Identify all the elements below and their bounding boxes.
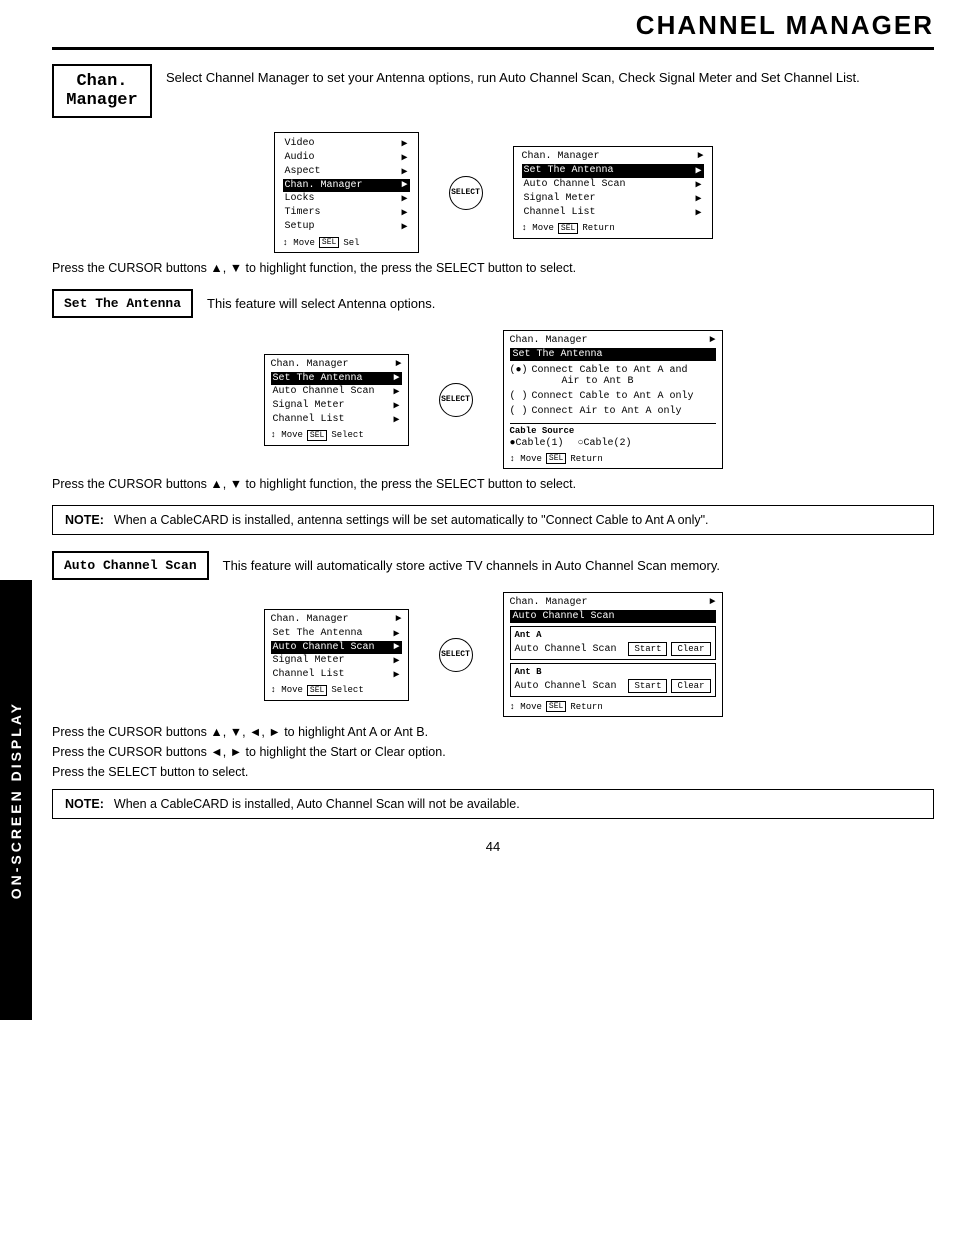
ant-a-title: Ant A <box>515 630 711 640</box>
page-title: CHANNEL MANAGER <box>52 10 934 50</box>
scan-right-status: ↕ Move SEL Return <box>510 701 716 712</box>
press-instruction-2: Press the CURSOR buttons ▲, ▼ to highlig… <box>52 477 934 491</box>
scan-left-screen: Chan. Manager ► Set The Antenna▶ Auto Ch… <box>264 609 409 701</box>
scan-right-title: Chan. Manager ► <box>510 597 716 608</box>
menu-row-timers: Timers▶ <box>283 206 410 220</box>
intro-right-channel-list: Channel List▶ <box>522 206 704 220</box>
scan-left-status: ↕ Move SEL Select <box>271 685 402 696</box>
scan-right-subtitle: Auto Channel Scan <box>510 610 716 623</box>
menu-row-audio: Audio▶ <box>283 151 410 165</box>
antenna-right-subtitle: Set The Antenna <box>510 348 716 361</box>
intro-right-screen: Chan. Manager ► Set The Antenna▶ Auto Ch… <box>513 146 713 239</box>
press-instruction-3a: Press the CURSOR buttons ▲, ▼, ◄, ► to h… <box>52 725 934 739</box>
press-instruction-3c: Press the SELECT button to select. <box>52 765 934 779</box>
intro-right-set-antenna: Set The Antenna▶ <box>522 164 704 178</box>
antenna-right-title: Chan. Manager ► <box>510 335 716 346</box>
menu-row-aspect: Aspect▶ <box>283 165 410 179</box>
intro-screens-section: Video▶ Audio▶ Aspect▶ Chan. Manager► Loc… <box>52 132 934 253</box>
scan-left-channel-list: Channel List▶ <box>271 668 402 682</box>
auto-scan-desc: This feature will automatically store ac… <box>223 558 720 573</box>
ant-b-title: Ant B <box>515 667 711 677</box>
antenna-left-channel-list: Channel List▶ <box>271 413 402 427</box>
antenna-option-3: ( ) Connect Air to Ant A only <box>510 404 716 419</box>
intro-right-status: ↕ Move SEL Return <box>522 223 704 234</box>
select-arrow-intro: SELECT <box>449 176 483 210</box>
cable-options: ●Cable(1) ○Cable(2) <box>510 438 716 449</box>
intro-left-screen: Video▶ Audio▶ Aspect▶ Chan. Manager► Loc… <box>274 132 419 253</box>
note-antenna-text: When a CableCARD is installed, antenna s… <box>114 513 709 527</box>
intro-right-signal: Signal Meter▶ <box>522 192 704 206</box>
antenna-right-screen: Chan. Manager ► Set The Antenna (●) Conn… <box>503 330 723 469</box>
set-antenna-label: Set The Antenna <box>52 289 193 318</box>
cable-source-title: Cable Source <box>510 426 716 436</box>
sidebar-label: ON-SCREEN DISPLAY <box>0 580 32 1020</box>
ant-a-scan-row: Auto Channel Scan Start Clear <box>515 642 711 656</box>
intro-right-auto-scan: Auto Channel Scan▶ <box>522 178 704 192</box>
scan-left-title: Chan. Manager ► <box>271 614 402 625</box>
antenna-left-signal: Signal Meter▶ <box>271 399 402 413</box>
select-arrow-scan: SELECT <box>439 638 473 672</box>
antenna-right-status: ↕ Move SEL Return <box>510 453 716 464</box>
antenna-left-title: Chan. Manager ► <box>271 359 402 370</box>
antenna-screens-section: Chan. Manager ► Set The Antenna► Auto Ch… <box>52 330 934 469</box>
note-scan-label: NOTE: <box>65 797 104 811</box>
cable-source-section: Cable Source ●Cable(1) ○Cable(2) <box>510 423 716 449</box>
antenna-left-status: ↕ Move SEL Select <box>271 430 402 441</box>
auto-scan-label: Auto Channel Scan <box>52 551 209 580</box>
menu-row-video: Video▶ <box>283 137 410 151</box>
menu-row-setup: Setup▶ <box>283 220 410 234</box>
set-antenna-desc: This feature will select Antenna options… <box>207 296 435 311</box>
scan-right-screen: Chan. Manager ► Auto Channel Scan Ant A … <box>503 592 723 717</box>
ant-a-clear-button[interactable]: Clear <box>671 642 710 656</box>
chan-manager-box: Chan.Manager <box>52 64 152 118</box>
intro-left-status: ↕ Move SEL Sel <box>283 237 410 248</box>
antenna-left-screen: Chan. Manager ► Set The Antenna► Auto Ch… <box>264 354 409 446</box>
ant-b-start-button[interactable]: Start <box>628 679 667 693</box>
select-arrow-antenna: SELECT <box>439 383 473 417</box>
ant-a-section: Ant A Auto Channel Scan Start Clear <box>510 626 716 660</box>
intro-section: Chan.Manager Select Channel Manager to s… <box>52 64 934 118</box>
ant-a-start-button[interactable]: Start <box>628 642 667 656</box>
scan-left-set-antenna: Set The Antenna▶ <box>271 627 402 641</box>
note-scan-text: When a CableCARD is installed, Auto Chan… <box>114 797 520 811</box>
scan-left-auto-scan: Auto Channel Scan► <box>271 641 402 654</box>
menu-row-locks: Locks▶ <box>283 192 410 206</box>
ant-b-section: Ant B Auto Channel Scan Start Clear <box>510 663 716 697</box>
antenna-left-auto-scan: Auto Channel Scan▶ <box>271 385 402 399</box>
note-scan-box: NOTE: When a CableCARD is installed, Aut… <box>52 789 934 819</box>
note-antenna-label: NOTE: <box>65 513 104 527</box>
scan-screens-section: Chan. Manager ► Set The Antenna▶ Auto Ch… <box>52 592 934 717</box>
menu-row-chan-manager: Chan. Manager► <box>283 179 410 192</box>
auto-scan-row: Auto Channel Scan This feature will auto… <box>52 551 934 580</box>
intro-description: Select Channel Manager to set your Anten… <box>166 64 860 88</box>
antenna-left-set-antenna: Set The Antenna► <box>271 372 402 385</box>
intro-right-title-row: Chan. Manager ► <box>522 151 704 162</box>
scan-left-signal: Signal Meter▶ <box>271 654 402 668</box>
press-instruction-3b: Press the CURSOR buttons ◄, ► to highlig… <box>52 745 934 759</box>
ant-b-clear-button[interactable]: Clear <box>671 679 710 693</box>
antenna-option-2: ( ) Connect Cable to Ant A only <box>510 389 716 404</box>
antenna-option-1: (●) Connect Cable to Ant A and Air to An… <box>510 363 716 389</box>
note-antenna-box: NOTE: When a CableCARD is installed, ant… <box>52 505 934 535</box>
set-antenna-row: Set The Antenna This feature will select… <box>52 289 934 318</box>
ant-b-scan-row: Auto Channel Scan Start Clear <box>515 679 711 693</box>
page-number: 44 <box>52 839 934 854</box>
press-instruction-1: Press the CURSOR buttons ▲, ▼ to highlig… <box>52 261 934 275</box>
